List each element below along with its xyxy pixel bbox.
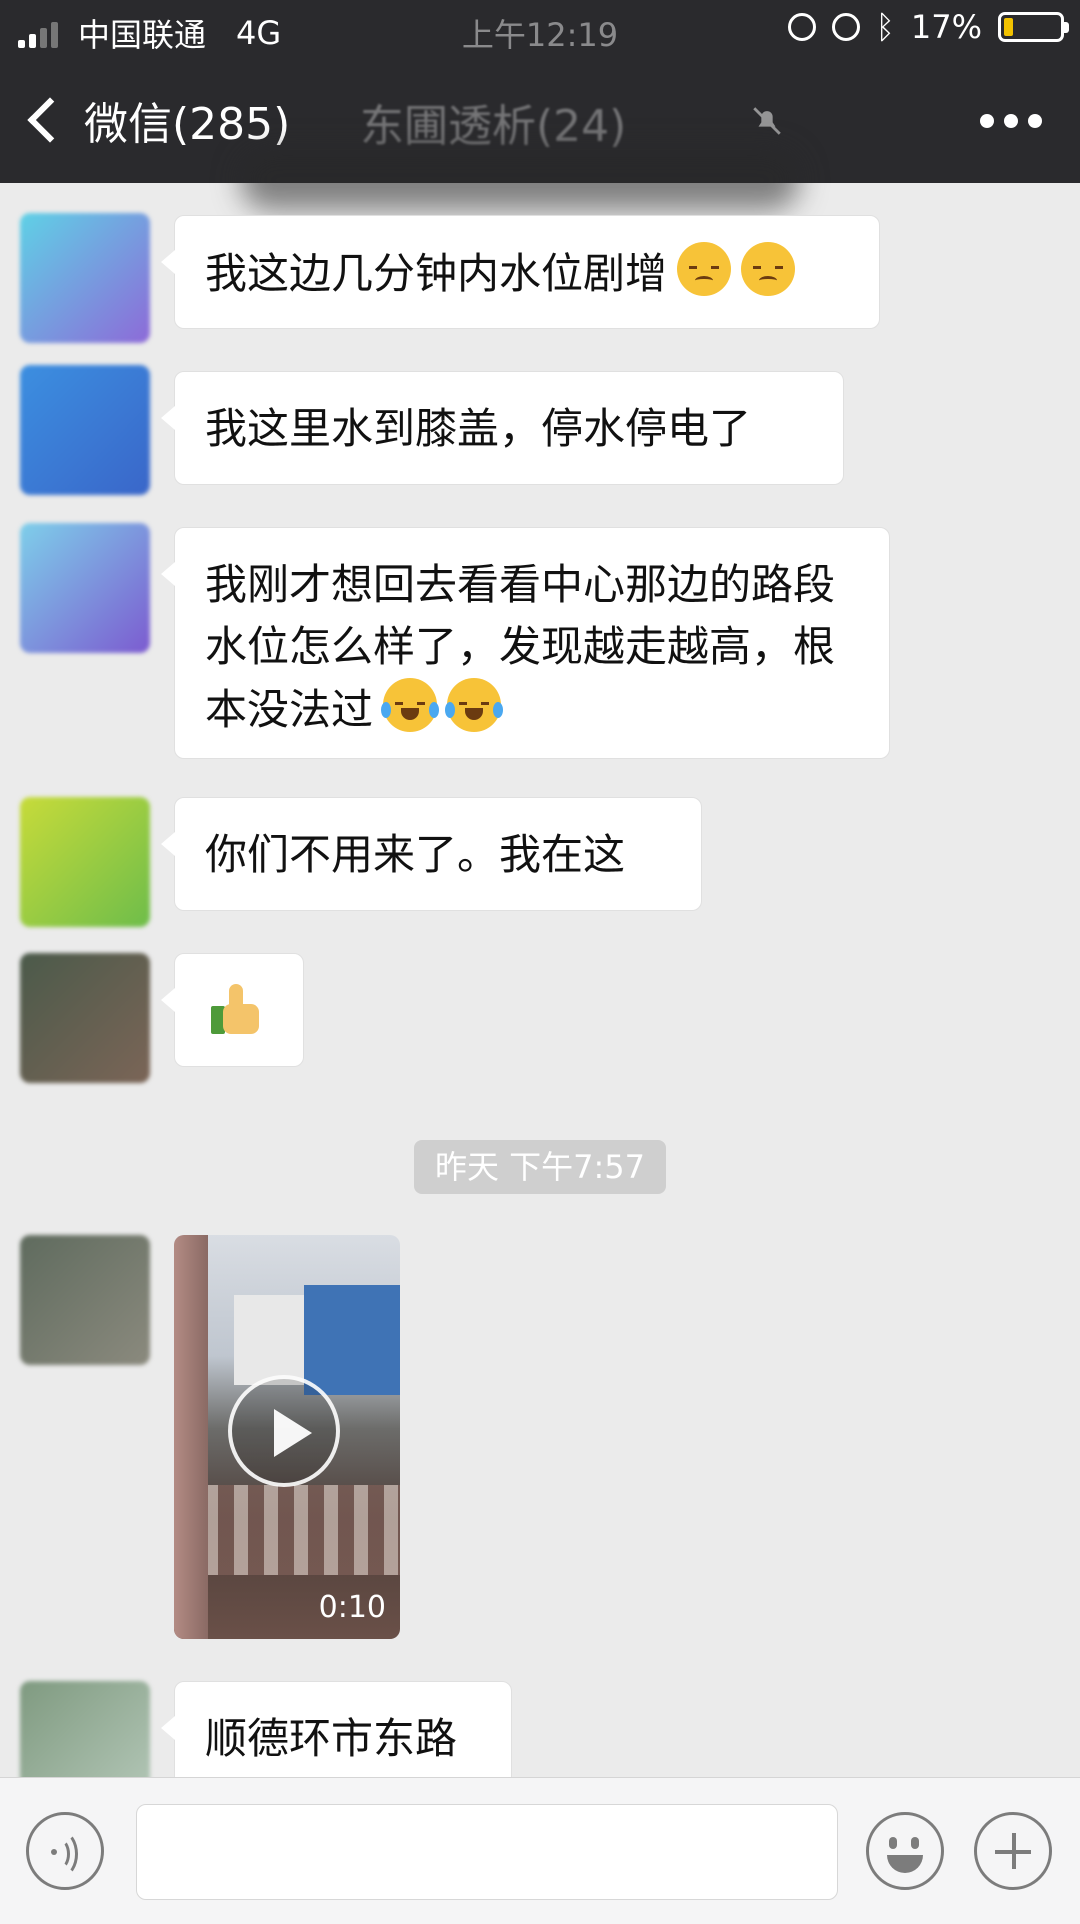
message-bubble[interactable]: 我这里水到膝盖，停水停电了 — [161, 371, 844, 485]
message-text: 我这边几分钟内水位剧增 — [205, 249, 668, 298]
avatar[interactable] — [20, 523, 150, 653]
mute-icon — [753, 107, 781, 135]
laugh-emoji-icon — [445, 678, 504, 732]
battery-fill — [1004, 18, 1013, 36]
laugh-emoji-icon — [381, 678, 440, 732]
avatar[interactable] — [20, 365, 150, 495]
message-bubble[interactable]: 我这边几分钟内水位剧增 — [161, 215, 880, 329]
message-bubble[interactable]: 我刚才想回去看看中心那边的路段水位怎么样了，发现越走越高，根本没法过 — [161, 527, 890, 759]
battery-percent: 17% — [910, 8, 982, 46]
avatar[interactable] — [20, 1235, 150, 1365]
pensive-emoji-icon — [741, 242, 796, 296]
plus-icon[interactable] — [974, 1812, 1052, 1890]
back-button[interactable]: 微信(285) — [24, 88, 290, 152]
message-bubble[interactable]: 你们不用来了。我在这 — [161, 797, 702, 911]
play-icon[interactable] — [228, 1375, 340, 1487]
chat-title: 东圃透析(24) — [360, 101, 627, 152]
video-message[interactable]: 0:10 — [174, 1235, 400, 1639]
chevron-left-icon — [27, 97, 73, 143]
more-dot — [1028, 114, 1042, 128]
video-thumbnail-pillar — [174, 1235, 208, 1639]
pensive-emoji-icon — [677, 242, 732, 296]
alarm-icon — [831, 13, 860, 41]
rotation-lock-icon — [787, 13, 816, 41]
message-text: 我这里水到膝盖，停水停电了 — [205, 404, 752, 453]
avatar[interactable] — [20, 797, 150, 927]
input-bar — [0, 1777, 1080, 1924]
avatar[interactable] — [20, 213, 150, 343]
voice-icon[interactable] — [26, 1812, 104, 1890]
chat-area[interactable]: 我这边几分钟内水位剧增 我这里水到膝盖，停水停电了 我刚才想回去看看中心那边的路… — [0, 183, 1080, 1811]
thumbs-up-icon — [209, 982, 263, 1036]
avatar[interactable] — [20, 953, 150, 1083]
battery-icon — [998, 12, 1069, 42]
status-bar: 中国联通 4G 上午12:19 ᛒ 17% — [0, 0, 1080, 60]
video-thumbnail-building — [304, 1285, 400, 1395]
more-dot — [980, 114, 994, 128]
video-duration: 0:10 — [318, 1590, 386, 1625]
back-label: 微信(285) — [84, 99, 291, 150]
message-bubble[interactable] — [161, 953, 304, 1067]
bluetooth-icon: ᛒ — [875, 8, 895, 46]
timestamp: 昨天 下午7:57 — [414, 1140, 666, 1194]
message-input[interactable] — [136, 1804, 838, 1900]
message-text: 顺德环市东路 — [205, 1714, 458, 1763]
video-thumbnail-building — [234, 1295, 304, 1385]
more-button[interactable] — [980, 114, 1042, 128]
more-dot — [1004, 114, 1018, 128]
message-text: 我刚才想回去看看中心那边的路段水位怎么样了，发现越走越高，根本没法过 — [205, 560, 836, 734]
message-text: 你们不用来了。我在这 — [205, 830, 626, 879]
emoji-icon[interactable] — [866, 1812, 944, 1890]
